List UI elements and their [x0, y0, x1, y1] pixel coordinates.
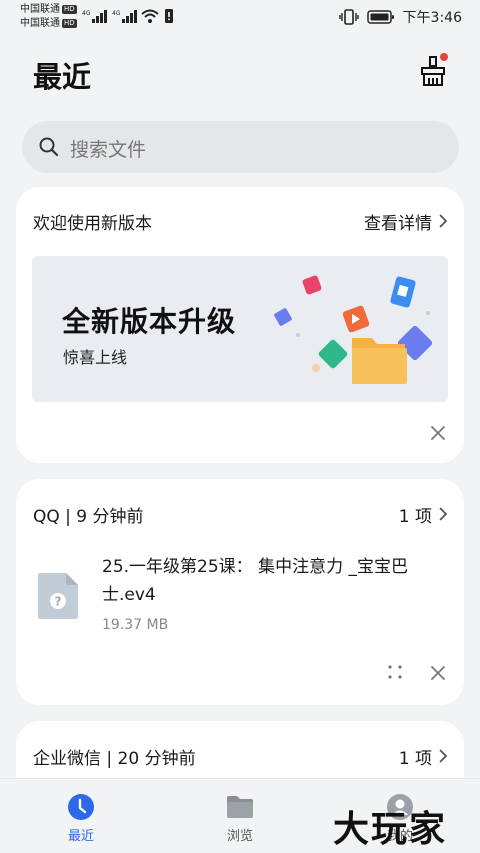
chevron-right-icon — [439, 749, 448, 763]
view-details-link[interactable]: 查看详情 — [364, 207, 448, 235]
net-type-1: 4G — [82, 10, 91, 17]
chevron-right-icon — [439, 214, 448, 228]
wifi-icon — [141, 9, 159, 23]
carrier-2: 中国联通 HD — [20, 18, 77, 30]
hd-badge-2: HD — [62, 19, 77, 28]
qq-items-link[interactable]: 1 项 — [399, 500, 448, 528]
wechat-card-title: 企业微信 | 20 分钟前 — [33, 749, 196, 769]
hd-badge-1: HD — [62, 5, 77, 14]
clock-icon — [68, 794, 94, 820]
vibrate-icon — [338, 9, 359, 25]
page-title: 最近 — [33, 60, 92, 94]
welcome-card-title: 欢迎使用新版本 — [33, 214, 152, 234]
signal-1-icon: 4G — [82, 10, 107, 23]
file-size: 19.37 MB — [102, 617, 169, 633]
qq-card-header: QQ | 9 分钟前 1 项 — [33, 500, 448, 528]
qq-card-title: QQ | 9 分钟前 — [33, 507, 144, 527]
close-welcome-icon[interactable] — [428, 423, 448, 443]
status-right: 下午3:46 — [338, 8, 462, 26]
search-input[interactable]: 搜索文件 — [22, 121, 459, 173]
banner-subtitle: 惊喜上线 — [63, 348, 128, 367]
chevron-right-icon — [439, 507, 448, 521]
status-bar: 中国联通 HD 中国联通 HD 4G 4G 下午3:46 — [0, 0, 480, 34]
qq-recent-card: QQ | 9 分钟前 1 项 ? 25.一年级第25课： 集中注意力 _宝宝巴士… — [16, 479, 464, 705]
banner-title: 全新版本升级 — [62, 305, 237, 338]
svg-text:?: ? — [55, 595, 62, 609]
clock-time: 下午3:46 — [402, 10, 462, 26]
carrier-1-name: 中国联通 — [20, 4, 60, 15]
close-qq-icon[interactable] — [428, 663, 448, 683]
new-version-banner[interactable]: 全新版本升级 惊喜上线 — [32, 256, 448, 402]
qq-count-label: 1 项 — [398, 506, 432, 527]
search-icon — [39, 137, 59, 157]
carrier-1: 中国联通 HD — [20, 4, 77, 16]
notification-dot — [440, 53, 448, 61]
signal-2-icon: 4G — [112, 10, 137, 23]
battery-icon — [366, 10, 394, 24]
search-placeholder: 搜索文件 — [70, 139, 147, 161]
net-type-2: 4G — [112, 10, 121, 17]
view-details-label: 查看详情 — [364, 213, 432, 234]
tab-recent-label: 最近 — [67, 829, 94, 844]
wechat-items-link[interactable]: 1 项 — [399, 742, 448, 770]
welcome-card-header: 欢迎使用新版本 查看详情 — [33, 207, 448, 235]
carrier-2-name: 中国联通 — [20, 18, 60, 29]
folder-icon — [227, 796, 253, 818]
alert-icon — [165, 9, 173, 23]
file-name[interactable]: 25.一年级第25课： 集中注意力 _宝宝巴士.ev4 — [102, 553, 432, 609]
tab-browse[interactable]: 浏览 — [175, 779, 305, 853]
tab-recent[interactable]: 最近 — [16, 779, 146, 853]
welcome-card: 欢迎使用新版本 查看详情 全新版本升级 惊喜上线 — [16, 187, 464, 463]
file-types-illustration — [274, 275, 433, 384]
unknown-file-icon[interactable]: ? — [36, 571, 80, 621]
watermark: 大玩家 — [333, 808, 448, 850]
wechat-count-label: 1 项 — [398, 748, 432, 769]
drag-grid-icon[interactable] — [386, 663, 404, 681]
tab-browse-label: 浏览 — [226, 829, 253, 844]
wechat-card-header: 企业微信 | 20 分钟前 1 项 — [33, 742, 448, 770]
